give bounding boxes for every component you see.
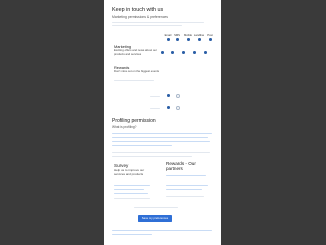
channel-header-post: Post bbox=[207, 34, 213, 37]
rewards-partners-title: Rewards - Our partners bbox=[166, 161, 196, 171]
save-hint-line bbox=[134, 207, 178, 209]
marketing-mobile-radio[interactable] bbox=[182, 51, 185, 54]
profiling-subtitle[interactable]: What is profiling? bbox=[112, 125, 136, 129]
rewards-text-line bbox=[114, 80, 154, 82]
profiling-label-line bbox=[150, 108, 160, 110]
profiling-text-line bbox=[112, 156, 192, 158]
footer-text-line bbox=[112, 230, 212, 232]
preference-desc-marketing: Exciting offers and news about our produ… bbox=[114, 48, 157, 56]
profiling-title: Profiling permission bbox=[112, 118, 156, 124]
marketing-landline-radio[interactable] bbox=[193, 51, 196, 54]
intro-text-line bbox=[112, 25, 182, 27]
intro-text-line bbox=[112, 22, 204, 24]
select-all-email-radio[interactable] bbox=[167, 38, 170, 41]
rewards-partners-text-line bbox=[166, 185, 208, 187]
survey-text-line bbox=[114, 198, 150, 200]
page-subtitle: Marketing permissions & preferences bbox=[112, 15, 168, 19]
survey-text-line bbox=[114, 185, 150, 187]
survey-desc: Help us to improve our services and prod… bbox=[114, 168, 145, 176]
profiling-alt-yes-radio[interactable] bbox=[167, 106, 170, 109]
footer-text-line bbox=[112, 234, 152, 236]
preference-desc-rewards: Don't miss out on the biggest events bbox=[114, 69, 159, 73]
profiling-text-line bbox=[112, 145, 172, 147]
page-title: Keep in touch with us bbox=[112, 7, 164, 13]
profiling-text-line bbox=[112, 137, 208, 139]
save-preferences-button[interactable]: Save my preferences bbox=[138, 215, 172, 222]
profiling-text-line bbox=[112, 133, 212, 135]
rewards-partners-text-line bbox=[166, 189, 202, 191]
marketing-email-radio[interactable] bbox=[161, 51, 164, 54]
profiling-label-line bbox=[150, 96, 160, 98]
select-all-mobile-radio[interactable] bbox=[187, 38, 190, 41]
profiling-alt-no-radio[interactable] bbox=[176, 106, 180, 110]
select-all-landline-radio[interactable] bbox=[198, 38, 201, 41]
survey-text-line bbox=[114, 189, 144, 191]
preferences-panel: Keep in touch with us Marketing permissi… bbox=[104, 0, 221, 245]
rewards-partners-text-line bbox=[166, 175, 206, 177]
profiling-text-line bbox=[112, 141, 210, 143]
survey-text-line bbox=[114, 193, 148, 195]
marketing-post-radio[interactable] bbox=[204, 51, 207, 54]
marketing-sms-radio[interactable] bbox=[171, 51, 174, 54]
profiling-text-line bbox=[112, 152, 210, 154]
rewards-partners-text-line bbox=[166, 196, 204, 198]
profiling-no-radio[interactable] bbox=[176, 94, 180, 98]
select-all-post-radio[interactable] bbox=[209, 38, 212, 41]
profiling-yes-radio[interactable] bbox=[167, 94, 170, 97]
select-all-sms-radio[interactable] bbox=[176, 38, 179, 41]
